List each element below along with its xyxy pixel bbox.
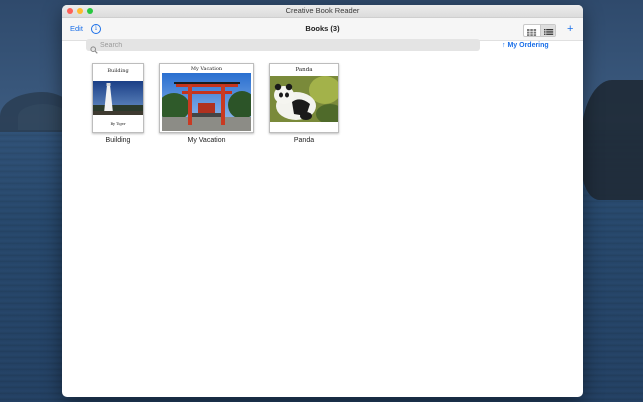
view-mode-toggle xyxy=(523,24,556,37)
book-cover[interactable]: My Vacation xyxy=(159,63,254,133)
desktop-hill-left-small xyxy=(18,104,68,130)
cover-title: Panda xyxy=(295,67,313,73)
window-title: Creative Book Reader xyxy=(285,6,360,15)
book-cover[interactable]: Building By Tiger xyxy=(92,63,144,133)
book-title: Building xyxy=(105,137,131,144)
search-bar xyxy=(86,39,480,54)
cover-caption: By Tiger xyxy=(110,122,126,126)
cover-title: Building xyxy=(107,68,129,74)
desktop-cliff-right xyxy=(581,80,643,200)
cover-image xyxy=(270,76,338,122)
toolbar: Edit i Books (3) + xyxy=(62,18,583,41)
sort-order-button[interactable]: ↑ My Ordering xyxy=(502,40,549,52)
add-book-button[interactable]: + xyxy=(567,18,573,40)
cover-image xyxy=(162,73,251,131)
sort-order-label: My Ordering xyxy=(507,42,549,49)
list-view-icon[interactable] xyxy=(540,25,555,36)
toolbar-title: Books (3) xyxy=(305,24,340,33)
app-window: Creative Book Reader Edit i Books (3) + … xyxy=(62,5,583,397)
book-title: My Vacation xyxy=(187,137,226,144)
cover-image xyxy=(93,81,143,115)
search-input[interactable] xyxy=(100,39,470,51)
grid-view-icon[interactable] xyxy=(524,25,539,36)
cover-title: My Vacation xyxy=(190,66,223,72)
search-icon xyxy=(90,41,98,54)
book-title: Panda xyxy=(293,137,315,144)
title-bar: Creative Book Reader xyxy=(62,5,583,18)
up-arrow-icon: ↑ xyxy=(502,42,506,49)
book-cover[interactable]: Panda xyxy=(269,63,339,133)
